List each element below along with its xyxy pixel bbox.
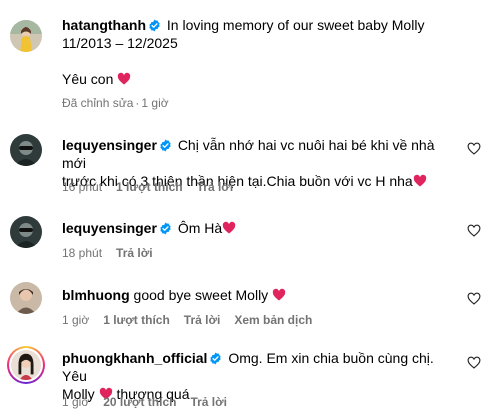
like-heart-icon[interactable]: [467, 224, 481, 238]
comment-time: 1 giờ: [62, 313, 90, 327]
comment-item: blmhuong good bye sweet Molly 1 giờ 1 lượ…: [0, 276, 489, 327]
comment-item: phuongkhanh_official Omg. Em xin chia bu…: [0, 342, 489, 412]
avatar[interactable]: [10, 282, 42, 314]
caption-time: 1 giờ: [141, 96, 169, 110]
avatar[interactable]: [10, 216, 42, 248]
translate-button[interactable]: Xem bản dịch: [234, 313, 312, 327]
comment-meta: 1 giờ 20 lượt thích Trả lời: [62, 395, 241, 409]
reply-button[interactable]: Trả lời: [184, 313, 221, 327]
verified-badge-icon: [159, 222, 172, 235]
comment-item: lequyensinger Ôm Hà 18 phút Trả lời: [0, 210, 489, 260]
red-heart-emoji: [272, 288, 286, 302]
caption-body: hatangthanh In loving memory of our swee…: [62, 16, 449, 88]
like-heart-icon[interactable]: [467, 142, 481, 156]
red-heart-emoji: [117, 72, 131, 86]
caption-meta: Đã chỉnh sửa · 1 giờ: [62, 96, 169, 110]
caption-text-line2: 11/2013 – 12/2025: [62, 35, 178, 51]
comment-username[interactable]: phuongkhanh_official: [62, 350, 207, 366]
verified-badge-icon: [209, 352, 222, 365]
comment-meta: 1 giờ 1 lượt thích Trả lời Xem bản dịch: [62, 313, 326, 327]
comment-text-line1: good bye sweet Molly: [133, 287, 269, 303]
comment-meta: 16 phút 1 lượt thích Trả lời: [62, 180, 247, 194]
reply-button[interactable]: Trả lời: [197, 180, 234, 194]
like-heart-icon[interactable]: [467, 292, 481, 306]
likes-count[interactable]: 1 lượt thích: [103, 313, 170, 327]
comment-body: lequyensinger Ôm Hà: [62, 219, 449, 237]
comment-username[interactable]: lequyensinger: [62, 137, 157, 153]
comment-username[interactable]: blmhuong: [62, 287, 130, 303]
reply-button[interactable]: Trả lời: [116, 246, 153, 260]
comment-time: 18 phút: [62, 246, 103, 260]
username[interactable]: hatangthanh: [62, 17, 146, 33]
comment-text-line1: Ôm Hà: [177, 220, 223, 236]
comment-meta: 18 phút Trả lời: [62, 246, 167, 260]
red-heart-emoji: [222, 221, 236, 235]
verified-badge-icon: [148, 19, 161, 32]
avatar[interactable]: [10, 134, 42, 166]
comment-time: 1 giờ: [62, 395, 90, 409]
like-heart-icon[interactable]: [467, 356, 481, 370]
comment-body: blmhuong good bye sweet Molly: [62, 286, 449, 304]
comment-username[interactable]: lequyensinger: [62, 220, 157, 236]
caption-text-line1: In loving memory of our sweet baby Molly: [166, 17, 425, 33]
comments-panel: hatangthanh In loving memory of our swee…: [0, 0, 489, 416]
avatar[interactable]: [7, 346, 45, 384]
likes-count[interactable]: 1 lượt thích: [116, 180, 183, 194]
red-heart-emoji: [413, 174, 427, 188]
avatar[interactable]: [10, 20, 42, 52]
post-caption: hatangthanh In loving memory of our swee…: [0, 10, 489, 110]
comment-item: lequyensinger Chị vẫn nhớ hai vc nuôi ha…: [0, 128, 489, 198]
verified-badge-icon: [159, 139, 172, 152]
comment-time: 16 phút: [62, 180, 103, 194]
reply-button[interactable]: Trả lời: [190, 395, 227, 409]
edited-label: Đã chỉnh sửa: [62, 96, 134, 110]
caption-text-line3: Yêu con: [62, 71, 114, 87]
likes-count[interactable]: 20 lượt thích: [103, 395, 176, 409]
